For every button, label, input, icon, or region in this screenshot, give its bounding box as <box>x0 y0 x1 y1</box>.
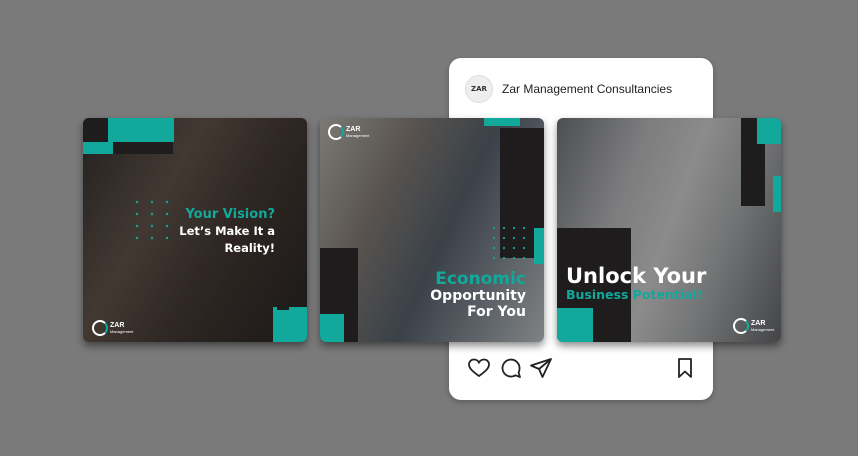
carousel-tile-1[interactable]: Your Vision? Let’s Make It a Reality! ZA… <box>83 118 307 342</box>
headline-line: Reality! <box>224 241 275 255</box>
dot-grid-decoration <box>135 200 169 240</box>
headline-accent: Economic <box>435 269 526 289</box>
tile-3-headline: Unlock Your Business Potential! <box>566 264 746 302</box>
logo-mark-icon <box>92 320 108 336</box>
account-name[interactable]: Zar Management Consultancies <box>502 82 672 96</box>
tile-2-headline: Economic Opportunity For You <box>404 270 526 320</box>
headline-main: Unlock Your <box>566 264 707 288</box>
brand-logo: ZAR Management <box>328 124 369 140</box>
send-icon[interactable] <box>529 356 553 380</box>
tile-1-headline: Your Vision? Let’s Make It a Reality! <box>175 206 275 257</box>
account-avatar[interactable]: ZAR <box>465 75 493 103</box>
headline-accent: Business Potential! <box>566 287 703 302</box>
logo-mark-icon <box>733 318 749 334</box>
brand-logo: ZAR Management <box>92 320 133 336</box>
logo-mark-icon <box>328 124 344 140</box>
headline-accent: Your Vision? <box>185 207 275 222</box>
brand-logo: ZAR Management <box>733 318 774 334</box>
post-header: ZAR Zar Management Consultancies <box>465 75 672 103</box>
bookmark-icon[interactable] <box>673 356 697 380</box>
carousel-tile-3[interactable]: Unlock Your Business Potential! ZAR Manag… <box>557 118 781 342</box>
headline-line: Opportunity <box>430 288 526 304</box>
carousel-tile-2[interactable]: Economic Opportunity For You ZAR Manageme… <box>320 118 544 342</box>
heart-icon[interactable] <box>467 356 491 380</box>
post-actions <box>467 356 695 380</box>
headline-line: For You <box>467 304 526 320</box>
headline-line: Let’s Make It a <box>179 224 275 238</box>
comment-icon[interactable] <box>499 356 523 380</box>
